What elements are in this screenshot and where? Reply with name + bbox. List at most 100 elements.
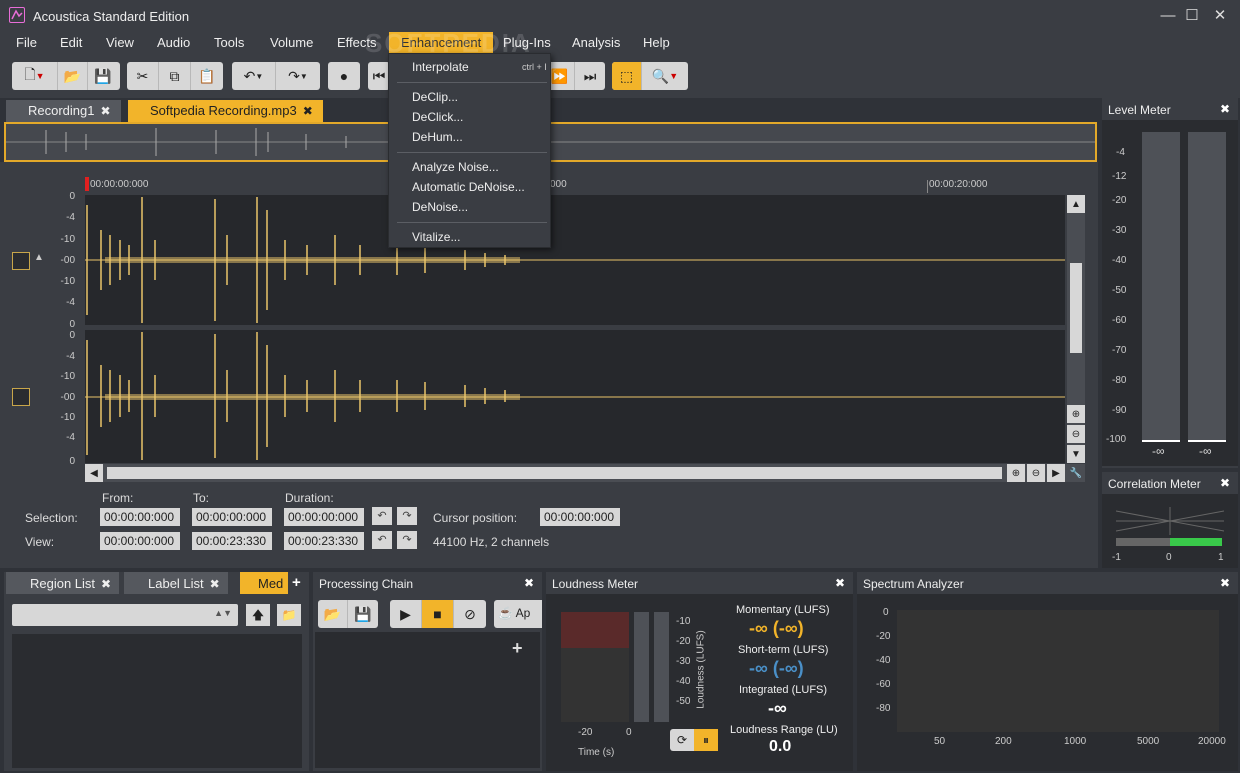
folder-icon[interactable]: 📁 <box>277 604 301 626</box>
close-panel-icon[interactable]: ✖ <box>524 576 534 590</box>
open-folder-icon[interactable]: 📂 <box>318 600 348 628</box>
stop-icon[interactable]: ■ <box>422 600 454 628</box>
tab-recording1[interactable]: Recording1 ✖ <box>6 100 121 122</box>
new-file-icon[interactable]: 🗋 ▼ <box>12 62 58 90</box>
zoom-out-horizontal-icon[interactable]: ⊖ <box>1027 464 1045 482</box>
paste-icon[interactable]: 📋 <box>191 62 223 90</box>
selection-redo-icon[interactable]: ↷ <box>397 507 417 525</box>
from-header: From: <box>102 491 134 505</box>
close-panel-icon[interactable]: ✖ <box>1220 476 1230 490</box>
view-undo-icon[interactable]: ↶ <box>372 531 392 549</box>
menu-separator <box>397 222 547 223</box>
scroll-thumb[interactable] <box>1070 263 1082 353</box>
playhead-marker[interactable] <box>85 177 89 191</box>
close-tab-icon[interactable]: ✖ <box>210 577 220 591</box>
list-content[interactable] <box>12 634 302 768</box>
reset-icon[interactable]: ⟳ <box>670 729 694 751</box>
menu-item-dehum[interactable]: DeHum... <box>412 130 463 144</box>
cursor-position-field[interactable]: 00:00:00:000 <box>540 508 620 526</box>
open-folder-icon[interactable]: 📂 <box>58 62 88 90</box>
channel-arrows-icon[interactable]: ▲ <box>34 252 44 263</box>
tab-region-list[interactable]: Region List ✖ <box>6 572 120 594</box>
save-icon[interactable]: 💾 <box>88 62 118 90</box>
tab-softpedia-recording[interactable]: Softpedia Recording.mp3 ✖ <box>128 100 323 122</box>
tab-label: Region List <box>30 576 96 591</box>
close-window-icon[interactable]: ✕ <box>1210 6 1230 26</box>
minimize-icon[interactable]: — <box>1158 6 1178 26</box>
panel-title: Spectrum Analyzer <box>863 577 964 591</box>
selection-tool-icon[interactable]: ⬚ <box>612 62 642 90</box>
view-from-field[interactable]: 00:00:00:000 <box>100 532 180 550</box>
list-dropdown[interactable]: ▲▼ <box>12 604 238 626</box>
close-tab-icon[interactable]: ✖ <box>303 104 313 118</box>
scroll-down-icon[interactable]: ▼ <box>1067 445 1085 463</box>
level-left-value: -∞ <box>1152 444 1165 458</box>
selection-from-field[interactable]: 00:00:00:000 <box>100 508 180 526</box>
menu-item-declip[interactable]: DeClip... <box>412 90 458 104</box>
menu-analysis[interactable]: Analysis <box>569 35 623 55</box>
pause-icon[interactable]: ⏸ <box>694 729 718 751</box>
wrench-icon[interactable]: 🔧 <box>1067 464 1085 482</box>
scroll-thumb[interactable] <box>107 467 1002 479</box>
close-panel-icon[interactable]: ✖ <box>1220 576 1230 590</box>
vertical-scrollbar[interactable]: ▲ ⊕ ⊖ ▼ <box>1067 195 1085 463</box>
ruler-tick: 00:00:00:000 <box>90 179 149 190</box>
scroll-up-icon[interactable]: ▲ <box>1067 195 1085 213</box>
zoom-in-horizontal-icon[interactable]: ⊕ <box>1007 464 1025 482</box>
zoom-tool-icon[interactable]: 🔍 ▼ <box>642 62 688 90</box>
view-to-field[interactable]: 00:00:23:330 <box>192 532 272 550</box>
save-icon[interactable]: 💾 <box>348 600 378 628</box>
scroll-left-icon[interactable]: ◀ <box>85 464 103 482</box>
redo-icon[interactable]: ↷ ▼ <box>276 62 320 90</box>
menu-item-analyze-noise[interactable]: Analyze Noise... <box>412 160 499 174</box>
scroll-right-icon[interactable]: ▶ <box>1047 464 1065 482</box>
close-panel-icon[interactable]: ✖ <box>1220 102 1230 116</box>
menu-help[interactable]: Help <box>640 35 673 55</box>
close-panel-icon[interactable]: ✖ <box>835 576 845 590</box>
close-tab-icon[interactable]: ✖ <box>101 104 111 118</box>
menu-volume[interactable]: Volume <box>267 35 316 55</box>
record-icon[interactable]: ● <box>328 62 360 90</box>
channel-select-icon[interactable] <box>12 252 30 270</box>
waveform-channel-left[interactable] <box>85 195 1065 325</box>
copy-icon[interactable]: ⧉ <box>159 62 191 90</box>
selection-to-field[interactable]: 00:00:00:000 <box>192 508 272 526</box>
duration-header: Duration: <box>285 491 334 505</box>
time-ruler[interactable]: 00:00:00:000 000 00:00:20:000 <box>85 175 1065 193</box>
tab-media[interactable]: Med <box>240 572 288 594</box>
add-effect-icon[interactable]: + <box>512 638 523 659</box>
menu-item-vitalize[interactable]: Vitalize... <box>412 230 460 244</box>
close-tab-icon[interactable]: ✖ <box>101 577 111 591</box>
view-duration-field[interactable]: 00:00:23:330 <box>284 532 364 550</box>
menu-file[interactable]: File <box>13 35 40 55</box>
maximize-icon[interactable]: ☐ <box>1182 6 1202 26</box>
selection-undo-icon[interactable]: ↶ <box>372 507 392 525</box>
zoom-in-vertical-icon[interactable]: ⊕ <box>1067 405 1085 423</box>
apply-button[interactable]: ☕ Ap <box>494 600 542 628</box>
undo-icon[interactable]: ↶ ▼ <box>232 62 276 90</box>
chain-list[interactable] <box>315 632 540 768</box>
horizontal-scrollbar[interactable]: ◀ ⊕ ⊖ ▶ 🔧 <box>85 464 1085 482</box>
menu-item-declick[interactable]: DeClick... <box>412 110 463 124</box>
add-tab-icon[interactable]: + <box>292 574 301 591</box>
channel-select-icon[interactable] <box>12 388 30 406</box>
view-redo-icon[interactable]: ↷ <box>397 531 417 549</box>
selection-duration-field[interactable]: 00:00:00:000 <box>284 508 364 526</box>
play-icon[interactable]: ▶ <box>390 600 422 628</box>
skip-end-icon[interactable]: ⏭ <box>575 62 605 90</box>
menu-audio[interactable]: Audio <box>154 35 193 55</box>
tab-label-list[interactable]: Label List ✖ <box>124 572 228 594</box>
menu-edit[interactable]: Edit <box>57 35 85 55</box>
menu-item-automatic-denoise[interactable]: Automatic DeNoise... <box>412 180 525 194</box>
menu-item-interpolate[interactable]: Interpolate <box>412 60 469 74</box>
skip-start-icon[interactable]: ⏮ <box>368 62 390 90</box>
zoom-out-vertical-icon[interactable]: ⊖ <box>1067 425 1085 443</box>
app-logo-icon <box>9 7 25 23</box>
menu-item-denoise[interactable]: DeNoise... <box>412 200 468 214</box>
waveform-channel-right[interactable] <box>85 330 1065 463</box>
bypass-icon[interactable]: ⊘ <box>454 600 486 628</box>
menu-tools[interactable]: Tools <box>211 35 247 55</box>
menu-view[interactable]: View <box>103 35 137 55</box>
up-folder-icon[interactable]: 🡅 <box>246 604 270 626</box>
cut-icon[interactable]: ✂ <box>127 62 159 90</box>
